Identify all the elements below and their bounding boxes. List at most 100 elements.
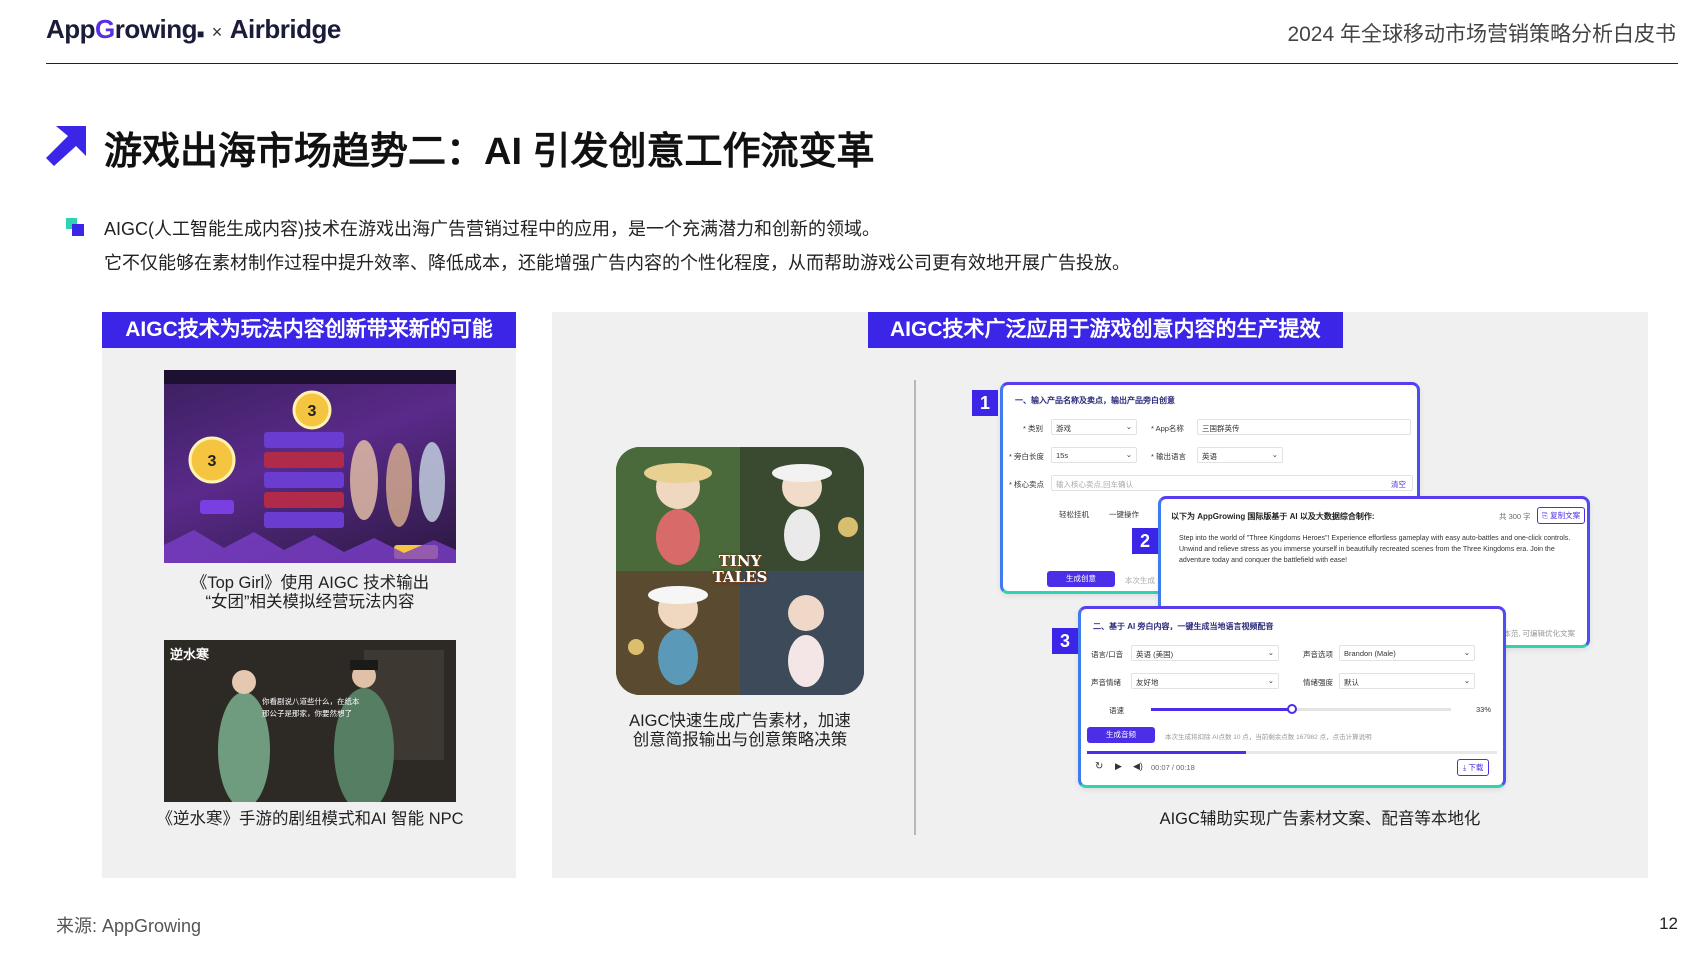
volume-icon[interactable]: ◀) [1133, 761, 1143, 772]
tag-easy-idle[interactable]: 轻松挂机 [1059, 509, 1089, 520]
nishuihan-screenshot: 逆水寒 你看剧说八道些什么，在纸本 那公子是那家，你要然想了 [164, 640, 456, 802]
chevron-down-icon: ⌄ [1463, 676, 1470, 685]
intensity-select[interactable]: 默认 ⌄ [1339, 673, 1475, 689]
card3-label-lang: 语言/口音 [1091, 650, 1124, 659]
app-name-input[interactable]: 三国群英传 [1197, 419, 1411, 435]
card3-label-speed: 语速 [1109, 706, 1124, 715]
selling-points-placeholder: 输入核心卖点,回车确认 [1056, 480, 1134, 489]
chevron-down-icon: ⌄ [1125, 450, 1132, 459]
download-label: 下载 [1468, 763, 1484, 772]
voice-value: Brandon (Male) [1344, 649, 1396, 658]
intro-line-1: AIGC(人工智能生成内容)技术在游戏出海广告营销过程中的应用，是一个充满潜力和… [104, 219, 880, 239]
intro-text: AIGC(人工智能生成内容)技术在游戏出海广告营销过程中的应用，是一个充满潜力和… [104, 212, 1130, 280]
top-girl-caption: 《Top Girl》使用 AIGC 技术输出 “女团”相关模拟经营玩法内容 [164, 574, 456, 612]
voice-select[interactable]: Brandon (Male) ⌄ [1339, 645, 1475, 661]
card3-title: 二、基于 AI 旁白内容，一键生成当地语言视频配音 [1093, 622, 1274, 631]
length-select[interactable]: 15s ⌄ [1051, 447, 1137, 463]
selling-points-input[interactable]: 输入核心卖点,回车确认 清空 [1051, 475, 1413, 491]
page-title: 游戏出海市场趋势二：AI 引发创意工作流变革 [104, 131, 875, 173]
card1-label-appname: * App名称 [1151, 424, 1184, 433]
intro-line-2: 它不仅能够在素材制作过程中提升效率、降低成本，还能增强广告内容的个性化程度，从而… [104, 253, 1130, 273]
tag-one-click[interactable]: 一键操作 [1109, 509, 1139, 520]
chevron-down-icon: ⌄ [1463, 648, 1470, 657]
chevron-down-icon: ⌄ [1267, 648, 1274, 657]
accent-select[interactable]: 英语 (美国) ⌄ [1131, 645, 1279, 661]
tiny-tales-caption: AIGC快速生成广告素材，加速 创意简报输出与创意策略决策 [596, 712, 884, 750]
document-title: 2024 年全球移动市场营销策略分析白皮书 [1287, 23, 1676, 46]
card1-label-length: * 旁白长度 [1009, 452, 1045, 461]
logo-app-text: App [46, 14, 96, 44]
copy-text-label: 复制文案 [1550, 511, 1581, 520]
card3-note: 本次生成将扣除 AI点数 10 点，当前剩余点数 167982 点，点击计算说明 [1165, 734, 1372, 741]
emotion-select[interactable]: 友好地 ⌄ [1131, 673, 1279, 689]
nishuihan-subtitle-line-2: 那公子是那家，你要然想了 [262, 709, 352, 718]
audio-progress-fill [1087, 751, 1246, 754]
speed-slider[interactable] [1151, 704, 1451, 714]
card2-footer: 本范, 可编辑优化文案 [1503, 629, 1575, 638]
audio-time: 00:07 / 00:18 [1151, 763, 1195, 772]
page-header: App Growing ■ × Airbridge 2024 年全球移动市场营销策略… [46, 14, 1678, 64]
step-1-badge: 1 [972, 390, 998, 416]
emotion-value: 友好地 [1136, 678, 1159, 687]
category-value: 游戏 [1056, 424, 1071, 433]
nishuihan-logo-text: 逆水寒 [170, 648, 210, 663]
play-icon[interactable]: ▶ [1115, 761, 1122, 772]
page-number: 12 [1659, 914, 1678, 933]
svg-text:3: 3 [208, 453, 217, 470]
top-girl-caption-line-2: “女团”相关模拟经营玩法内容 [205, 593, 415, 611]
tiny-tales-caption-line-2: 创意简报输出与创意策略决策 [632, 731, 848, 749]
app-name-value: 三国群英传 [1202, 424, 1240, 433]
accent-value: 英语 (美国) [1136, 650, 1174, 659]
card1-note: 本次生成 [1125, 576, 1155, 585]
bullet-square-icon [66, 218, 84, 236]
replay-icon[interactable]: ↻ [1095, 761, 1103, 772]
left-panel-heading: AIGC技术为玩法内容创新带来新的可能 [102, 312, 516, 348]
speed-slider-handle[interactable] [1287, 704, 1297, 714]
card1-title: 一、输入产品名称及卖点，输出产品旁白创意 [1015, 396, 1175, 405]
logo-times: × [211, 22, 223, 42]
speed-slider-fill [1151, 708, 1292, 711]
nishuihan-subtitle: 你看剧说八道些什么，在纸本 那公子是那家，你要然想了 [262, 696, 360, 720]
source-note: 来源: AppGrowing [56, 916, 202, 936]
logo-airbridge-text: Airbridge [229, 14, 342, 44]
audio-progress-bar[interactable] [1087, 751, 1497, 754]
intensity-value: 默认 [1344, 678, 1359, 687]
download-button[interactable]: ⤓ 下载 [1457, 759, 1490, 776]
card3-speed-value: 33% [1475, 705, 1491, 714]
copy-text-button[interactable]: ⎘ 复制文案 [1537, 507, 1586, 524]
step-2-badge: 2 [1132, 528, 1158, 554]
card3-label-intensity: 情绪强度 [1303, 678, 1333, 687]
step-3-badge: 3 [1052, 628, 1078, 654]
nishuihan-subtitle-line-1: 你看剧说八道些什么，在纸本 [262, 697, 360, 706]
category-select[interactable]: 游戏 ⌄ [1051, 419, 1137, 435]
copy-icon: ⎘ [1542, 511, 1551, 520]
card1-label-lang: * 输出语言 [1151, 452, 1187, 461]
localization-caption: AIGC辅助实现广告素材文案、配音等本地化 [1159, 810, 1481, 828]
logo-g-letter: G [95, 14, 115, 44]
card3-label-emotion: 声音情绪 [1091, 678, 1121, 687]
length-value: 15s [1056, 451, 1069, 460]
chevron-down-icon: ⌄ [1125, 422, 1132, 431]
panel-divider [914, 380, 916, 835]
language-value: 英语 [1202, 452, 1217, 461]
card2-title: 以下为 AppGrowing 国际版基于 AI 以及大数据综合制作: [1171, 512, 1375, 521]
card3-label-voice: 声音选项 [1303, 650, 1333, 659]
top-girl-screenshot: 3 3 [164, 370, 456, 563]
generate-audio-button[interactable]: 生成音频 [1087, 727, 1155, 743]
chevron-down-icon: ⌄ [1271, 450, 1278, 459]
generate-creative-button[interactable]: 生成创意 [1047, 571, 1115, 587]
right-panel-heading: AIGC技术广泛应用于游戏创意内容的生产提效 [868, 312, 1343, 348]
tiny-tales-logo: TINY TALES [712, 552, 768, 586]
card2-char-count: 共 300 字 [1499, 512, 1531, 521]
language-select[interactable]: 英语 ⌄ [1197, 447, 1283, 463]
top-girl-caption-line-1: 《Top Girl》使用 AIGC 技术输出 [190, 574, 430, 592]
logo-dot-icon: ■ [197, 27, 204, 41]
tiny-tales-ad-image: TINY TALES [616, 447, 864, 695]
nishuihan-caption: 《逆水寒》手游的剧组模式和AI 智能 NPC [156, 810, 464, 828]
clear-link[interactable]: 清空 [1391, 479, 1406, 490]
card1-label-category: * 类别 [1023, 424, 1044, 433]
voiceover-card: 二、基于 AI 旁白内容，一键生成当地语言视频配音 语言/口音 英语 (美国) ⌄… [1078, 606, 1506, 788]
svg-text:3: 3 [308, 403, 317, 420]
chevron-down-icon: ⌄ [1267, 676, 1274, 685]
logo-growing-text: rowing [114, 14, 198, 44]
